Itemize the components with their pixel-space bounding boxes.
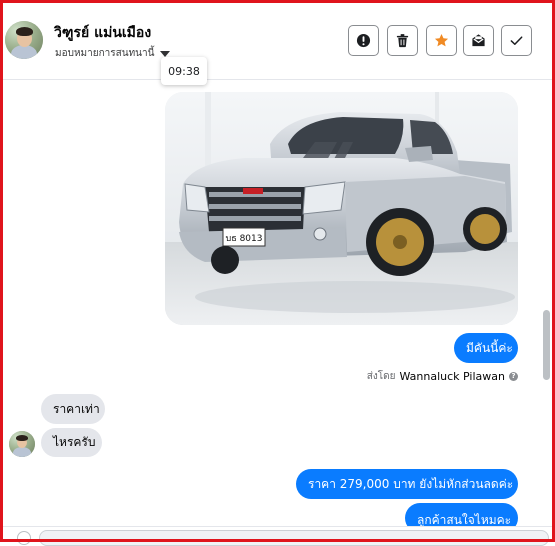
pickup-truck-photo: บธ 8013 (165, 92, 518, 325)
star-button[interactable] (426, 25, 457, 56)
image-attachment[interactable]: บธ 8013 (165, 92, 518, 325)
message-bubble-outgoing[interactable]: ราคา 279,000 บาท ยังไม่หักส่วนลดค่ะ (296, 469, 518, 499)
contact-name[interactable]: วิฑูรย์ แม่นเมือง (54, 22, 151, 44)
contact-avatar[interactable] (5, 21, 43, 59)
mark-spam-button[interactable] (348, 25, 379, 56)
sent-by-label: ส่งโดย Wannaluck Pilawan ? (367, 369, 518, 384)
add-attachment-icon[interactable] (17, 531, 31, 545)
check-icon (510, 36, 523, 45)
license-plate: บธ 8013 (226, 234, 263, 244)
mark-unread-button[interactable] (463, 25, 494, 56)
contact-avatar-small[interactable] (9, 431, 35, 457)
mark-done-button[interactable] (501, 25, 532, 56)
star-icon (434, 33, 449, 47)
message-composer (3, 526, 552, 546)
message-bubble-incoming[interactable]: ไหรครับ (41, 428, 102, 457)
conversation-header: วิฑูรย์ แม่นเมือง มอบหมายการสนทนานี้ (3, 3, 552, 80)
timestamp-tooltip: 09:38 (161, 57, 207, 85)
trash-icon (396, 34, 409, 48)
mail-icon (472, 34, 485, 47)
alert-icon (356, 33, 371, 48)
sent-by-prefix: ส่งโดย (366, 371, 396, 382)
message-input[interactable] (39, 530, 549, 546)
assign-conversation-label: มอบหมายการสนทนานี้ (55, 48, 155, 59)
help-icon[interactable]: ? (509, 372, 518, 381)
message-bubble-incoming[interactable]: ราคาเท่า (41, 394, 105, 424)
sent-by-name[interactable]: Wannaluck Pilawan (400, 370, 506, 383)
message-bubble-outgoing[interactable]: มีคันนี้ค่ะ (454, 333, 518, 363)
delete-button[interactable] (387, 25, 418, 56)
chat-scrollbar[interactable] (543, 310, 550, 380)
assign-conversation-dropdown[interactable]: มอบหมายการสนทนานี้ (55, 46, 171, 61)
